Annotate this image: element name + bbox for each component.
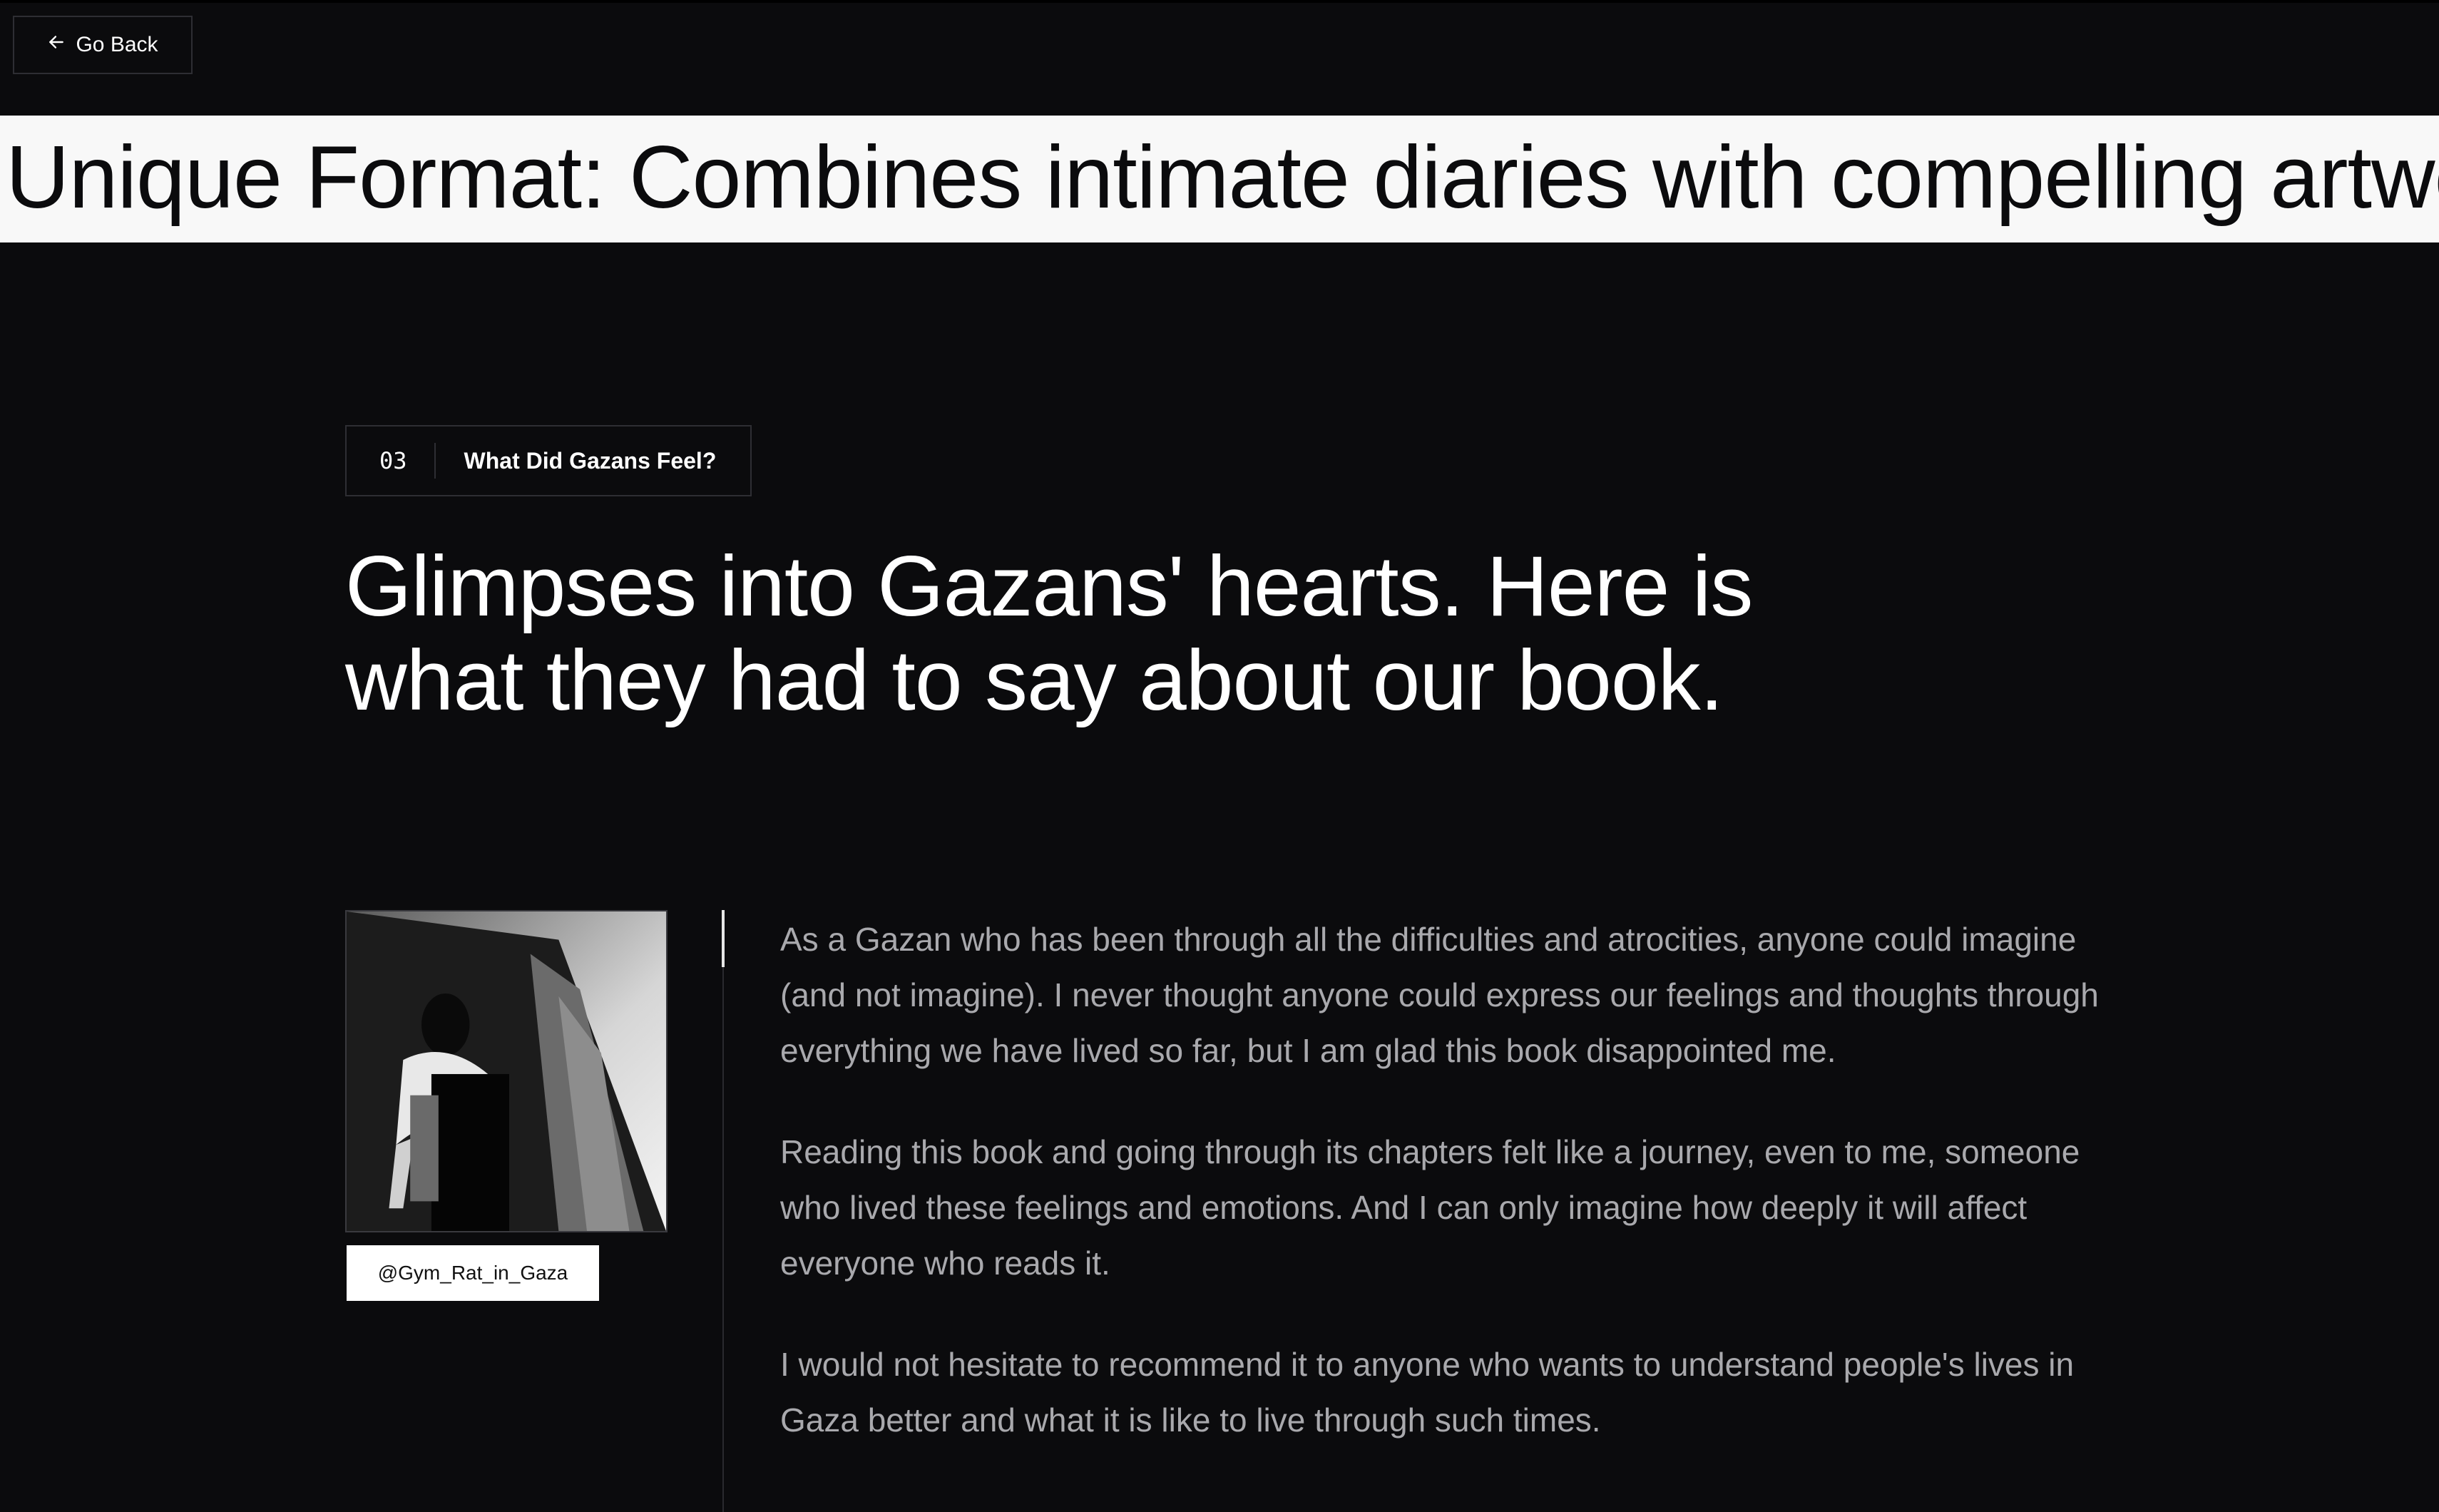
go-back-button[interactable]: Go Back xyxy=(13,16,193,74)
quote-divider-indicator xyxy=(722,910,725,967)
testimonial-paragraph: Reading this book and going through its … xyxy=(780,1133,2080,1282)
section-label: What Did Gazans Feel? xyxy=(464,447,717,474)
headline-line-2: what they had to say about our book. xyxy=(345,633,1724,728)
headline-line-1: Glimpses into Gazans' hearts. Here is xyxy=(345,538,1753,634)
section-headline: Glimpses into Gazans' hearts. Here is wh… xyxy=(345,539,1914,727)
testimonial-paragraph: As a Gazan who has been through all the … xyxy=(780,921,2099,1069)
reviewer-handle: @Gym_Rat_in_Gaza xyxy=(347,1245,599,1301)
feature-marquee: Unique Format: Combines intimate diaries… xyxy=(0,116,2439,242)
testimonial-paragraph: I would not hesitate to recommend it to … xyxy=(780,1346,2075,1439)
top-edge-line xyxy=(0,0,2439,3)
marquee-text: Unique Format: Combines intimate diaries… xyxy=(6,128,2439,227)
section-number: 03 xyxy=(347,443,436,479)
section-tag: 03 What Did Gazans Feel? xyxy=(345,425,752,496)
testimonial-text: As a Gazan who has been through all the … xyxy=(780,911,2128,1493)
arrow-left-icon xyxy=(47,33,66,57)
reviewer-photo xyxy=(345,910,668,1232)
quote-divider xyxy=(722,910,724,1512)
go-back-label: Go Back xyxy=(76,33,158,56)
